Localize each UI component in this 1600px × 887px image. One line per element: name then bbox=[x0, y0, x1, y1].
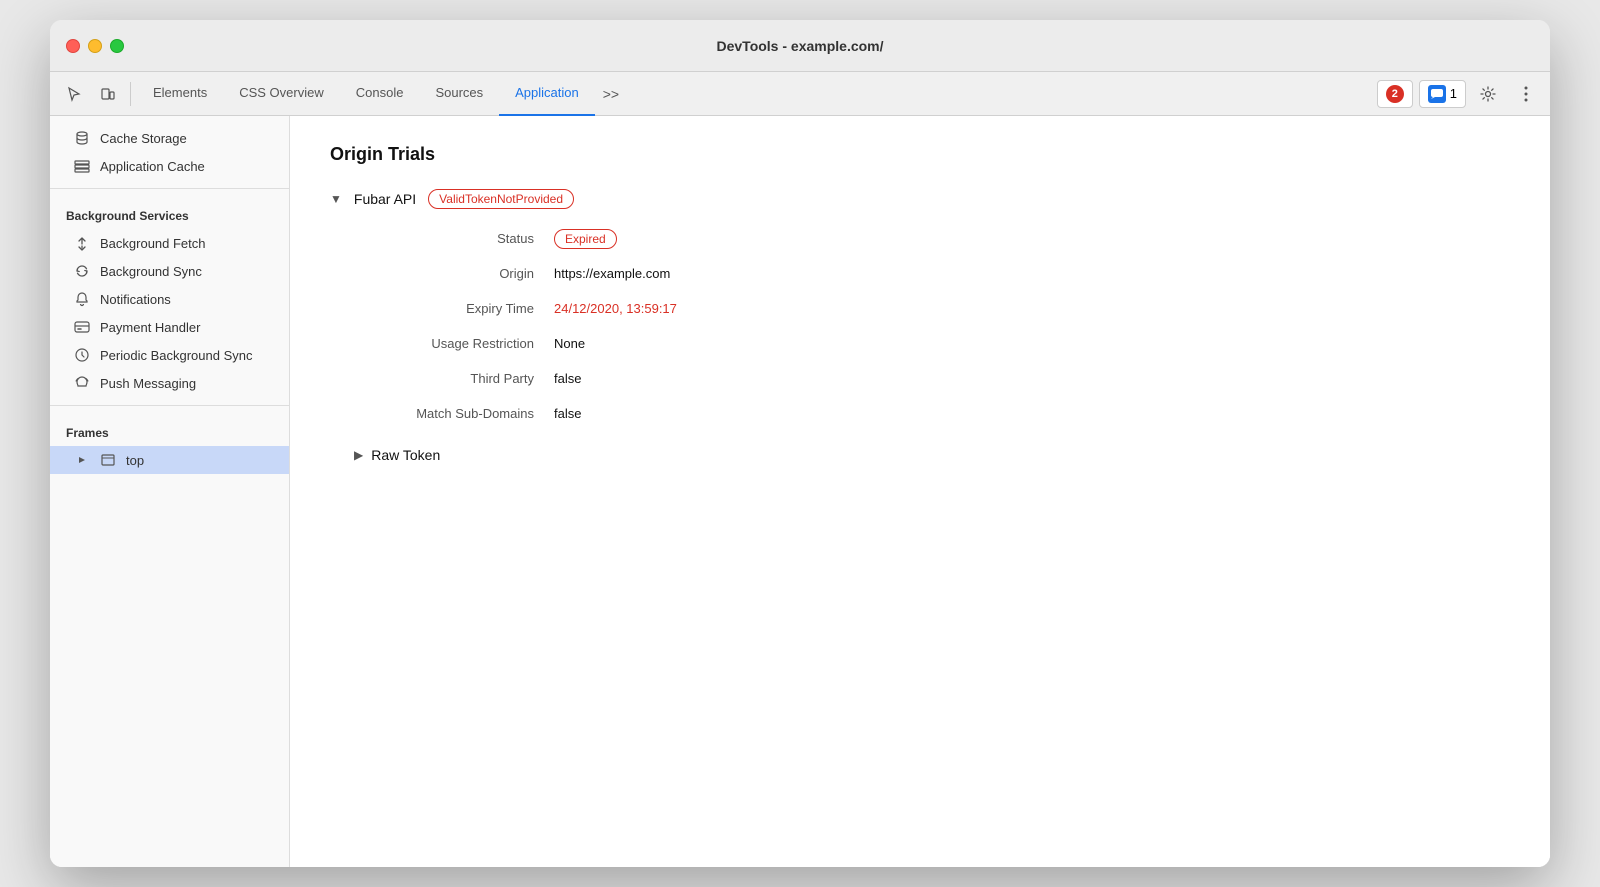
page-title: Origin Trials bbox=[330, 144, 1510, 165]
main-content: Cache Storage Application Cache Backgrou… bbox=[50, 116, 1550, 867]
kebab-icon bbox=[1524, 86, 1528, 102]
origin-label: Origin bbox=[354, 256, 554, 291]
usage-value: None bbox=[554, 326, 1510, 361]
cache-storage-icon bbox=[74, 130, 90, 146]
traffic-lights bbox=[66, 39, 124, 53]
warning-count bbox=[1428, 85, 1446, 103]
window-title: DevTools - example.com/ bbox=[716, 38, 883, 54]
payment-handler-label: Payment Handler bbox=[100, 320, 200, 335]
sidebar-item-notifications[interactable]: Notifications bbox=[50, 285, 289, 313]
cursor-icon-button[interactable] bbox=[58, 78, 90, 110]
sidebar-item-payment-handler[interactable]: Payment Handler bbox=[50, 313, 289, 341]
origin-value: https://example.com bbox=[554, 256, 1510, 291]
title-bar: DevTools - example.com/ bbox=[50, 20, 1550, 72]
notifications-icon bbox=[74, 291, 90, 307]
trial-expand-toggle[interactable]: ▼ bbox=[330, 192, 342, 206]
trial-details: Status Expired Origin https://example.co… bbox=[354, 221, 1510, 431]
tab-sources[interactable]: Sources bbox=[419, 72, 499, 116]
background-fetch-label: Background Fetch bbox=[100, 236, 206, 251]
raw-token-label: Raw Token bbox=[371, 447, 440, 463]
match-sub-label: Match Sub-Domains bbox=[354, 396, 554, 431]
content-panel: Origin Trials ▼ Fubar API ValidTokenNotP… bbox=[290, 116, 1550, 867]
usage-label: Usage Restriction bbox=[354, 326, 554, 361]
periodic-background-sync-icon bbox=[74, 347, 90, 363]
more-tabs-button[interactable]: >> bbox=[595, 72, 627, 116]
tab-application[interactable]: Application bbox=[499, 72, 595, 116]
trial-name: Fubar API bbox=[354, 191, 416, 207]
device-icon bbox=[100, 86, 116, 102]
third-party-label: Third Party bbox=[354, 361, 554, 396]
status-label: Status bbox=[354, 221, 554, 256]
frames-top-label: top bbox=[126, 453, 144, 468]
tab-console[interactable]: Console bbox=[340, 72, 420, 116]
push-messaging-label: Push Messaging bbox=[100, 376, 196, 391]
tab-elements[interactable]: Elements bbox=[137, 72, 223, 116]
sidebar-item-periodic-background-sync[interactable]: Periodic Background Sync bbox=[50, 341, 289, 369]
background-services-header: Background Services bbox=[50, 197, 289, 229]
sidebar-item-push-messaging[interactable]: Push Messaging bbox=[50, 369, 289, 397]
sidebar-item-background-fetch[interactable]: Background Fetch bbox=[50, 229, 289, 257]
sidebar-item-background-sync[interactable]: Background Sync bbox=[50, 257, 289, 285]
error-badge-button[interactable]: 2 bbox=[1377, 80, 1413, 108]
payment-handler-icon bbox=[74, 319, 90, 335]
frames-top-expand-icon bbox=[74, 452, 90, 468]
application-cache-icon bbox=[74, 158, 90, 174]
raw-token-row[interactable]: ▶ Raw Token bbox=[354, 447, 1510, 463]
expiry-label: Expiry Time bbox=[354, 291, 554, 326]
trial-status-badge: ValidTokenNotProvided bbox=[428, 189, 574, 209]
gear-icon bbox=[1480, 86, 1496, 102]
background-sync-label: Background Sync bbox=[100, 264, 202, 279]
window-icon bbox=[100, 452, 116, 468]
expiry-value: 24/12/2020, 13:59:17 bbox=[554, 291, 1510, 326]
sidebar: Cache Storage Application Cache Backgrou… bbox=[50, 116, 290, 867]
trial-section: ▼ Fubar API ValidTokenNotProvided Status… bbox=[330, 189, 1510, 463]
tab-navigation: Elements CSS Overview Console Sources Ap… bbox=[137, 72, 1375, 116]
trial-header: ▼ Fubar API ValidTokenNotProvided bbox=[330, 189, 1510, 209]
periodic-background-sync-label: Periodic Background Sync bbox=[100, 348, 252, 363]
background-sync-icon bbox=[74, 263, 90, 279]
toolbar: Elements CSS Overview Console Sources Ap… bbox=[50, 72, 1550, 116]
sidebar-item-cache-storage[interactable]: Cache Storage bbox=[50, 124, 289, 152]
settings-button[interactable] bbox=[1472, 78, 1504, 110]
error-count: 2 bbox=[1386, 85, 1404, 103]
sidebar-divider-1 bbox=[50, 188, 289, 189]
toolbar-divider-1 bbox=[130, 82, 131, 106]
device-toolbar-button[interactable] bbox=[92, 78, 124, 110]
close-button[interactable] bbox=[66, 39, 80, 53]
push-messaging-icon bbox=[74, 375, 90, 391]
toolbar-right: 2 1 bbox=[1377, 78, 1542, 110]
raw-token-toggle[interactable]: ▶ bbox=[354, 448, 363, 462]
chat-icon bbox=[1431, 89, 1443, 99]
sidebar-item-application-cache[interactable]: Application Cache bbox=[50, 152, 289, 180]
more-options-button[interactable] bbox=[1510, 78, 1542, 110]
maximize-button[interactable] bbox=[110, 39, 124, 53]
cursor-icon bbox=[66, 86, 82, 102]
cache-storage-label: Cache Storage bbox=[100, 131, 187, 146]
sidebar-divider-2 bbox=[50, 405, 289, 406]
application-cache-label: Application Cache bbox=[100, 159, 205, 174]
status-value: Expired bbox=[554, 229, 617, 249]
minimize-button[interactable] bbox=[88, 39, 102, 53]
third-party-value: false bbox=[554, 361, 1510, 396]
notifications-label: Notifications bbox=[100, 292, 171, 307]
sidebar-item-frames-top[interactable]: top bbox=[50, 446, 289, 474]
devtools-window: DevTools - example.com/ Elements CSS Ove… bbox=[50, 20, 1550, 867]
tab-css-overview[interactable]: CSS Overview bbox=[223, 72, 340, 116]
warning-badge-button[interactable]: 1 bbox=[1419, 80, 1466, 108]
frames-header: Frames bbox=[50, 414, 289, 446]
background-fetch-icon bbox=[74, 235, 90, 251]
status-value-cell: Expired bbox=[554, 221, 1510, 256]
match-sub-value: false bbox=[554, 396, 1510, 431]
